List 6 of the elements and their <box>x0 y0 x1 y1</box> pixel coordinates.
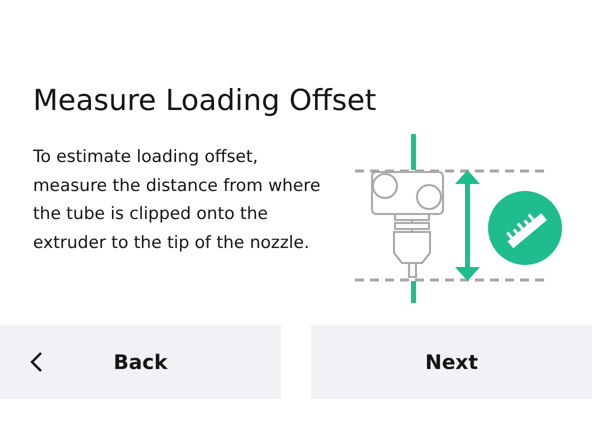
ruler-icon <box>488 191 562 265</box>
back-button[interactable]: Back <box>0 325 281 399</box>
description-text: To estimate loading offset, measure the distance from where the tube is clipped onto the extruder to the tip of the nozzle. <box>33 146 322 254</box>
next-button[interactable]: Next <box>311 325 592 399</box>
chevron-left-icon <box>29 351 43 373</box>
page-title: Measure Loading Offset <box>33 82 378 119</box>
